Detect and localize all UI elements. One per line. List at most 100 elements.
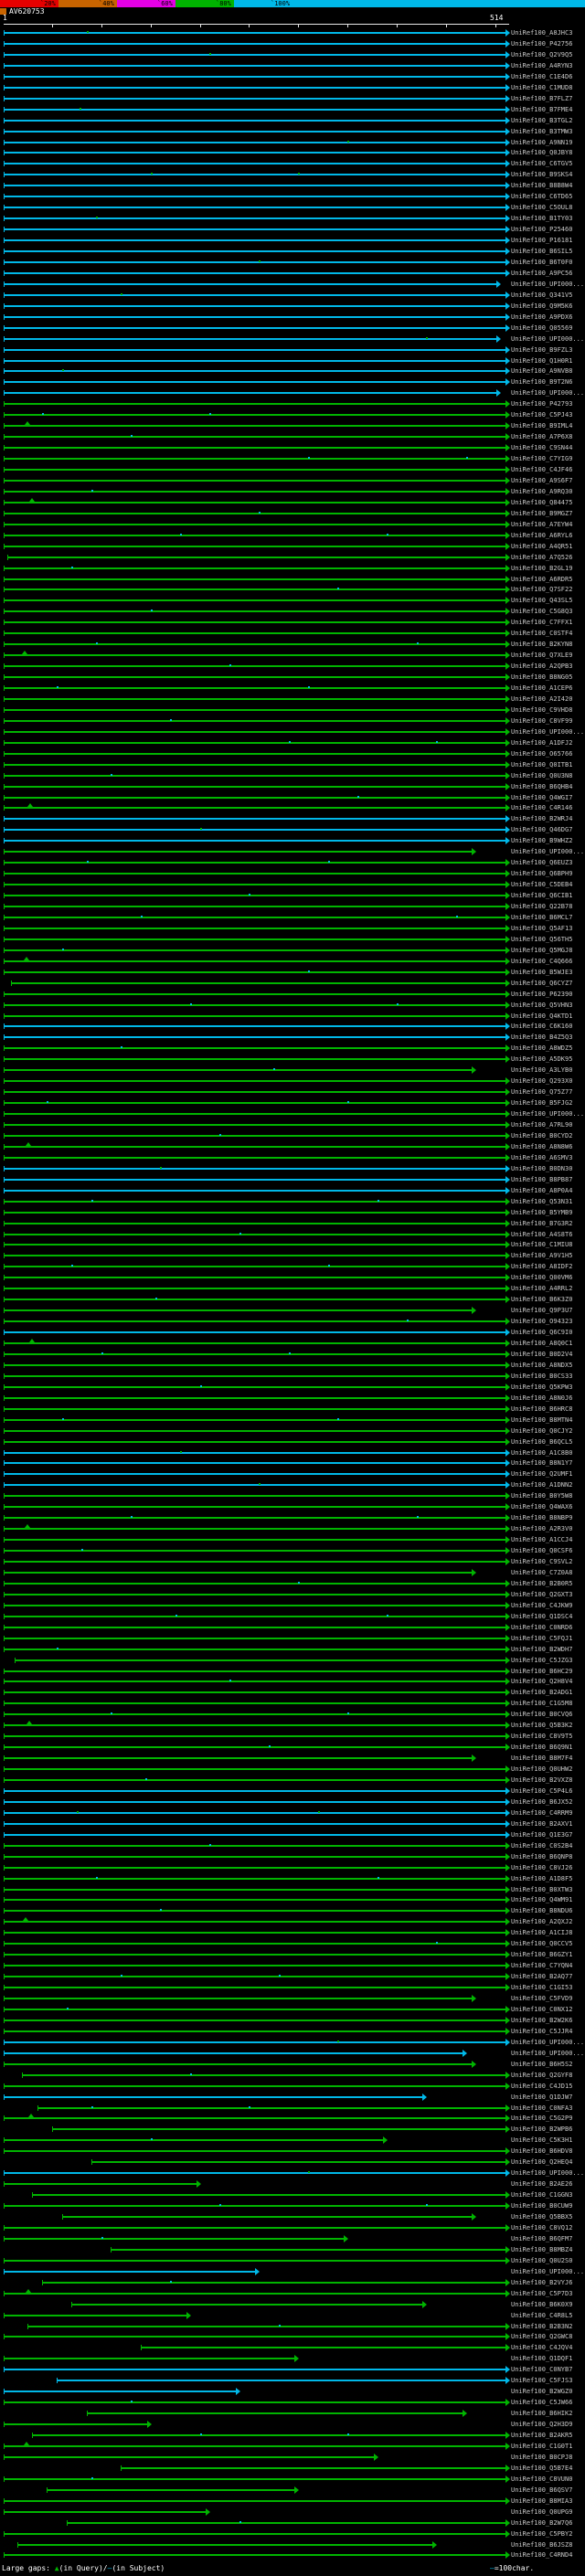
hit-label[interactable]: UniRef100_A1CCJ4 bbox=[511, 1536, 572, 1543]
hit-label[interactable]: UniRef100_A1DNN2 bbox=[511, 1481, 572, 1489]
hit-label[interactable]: UniRef100_B0CYD2 bbox=[511, 1132, 572, 1140]
hit-label[interactable]: UniRef100_B6QHB4 bbox=[511, 783, 572, 790]
alignment-bar[interactable] bbox=[4, 1910, 505, 1913]
alignment-bar[interactable] bbox=[4, 392, 497, 395]
alignment-bar[interactable] bbox=[66, 2521, 505, 2524]
hit-label[interactable]: UniRef100_Q84475 bbox=[511, 499, 572, 506]
alignment-bar[interactable] bbox=[4, 665, 505, 668]
hit-label[interactable]: UniRef100_C5P7D3 bbox=[511, 2290, 572, 2297]
alignment-bar[interactable] bbox=[4, 2270, 256, 2273]
alignment-bar[interactable] bbox=[4, 2150, 505, 2153]
hit-label[interactable]: UniRef100_C5OUL8 bbox=[511, 204, 572, 211]
hit-label[interactable]: UniRef100_C5DEB4 bbox=[511, 881, 572, 888]
hit-label[interactable]: UniRef100_Q0ITB1 bbox=[511, 761, 572, 769]
hit-label[interactable]: UniRef100_C4R8L5 bbox=[511, 2312, 572, 2319]
alignment-bar[interactable] bbox=[4, 1539, 505, 1542]
hit-label[interactable]: UniRef100_A9PC56 bbox=[511, 270, 572, 277]
hit-label[interactable]: UniRef100_B0DN30 bbox=[511, 1165, 572, 1172]
hit-label[interactable]: UniRef100_B3TMW3 bbox=[511, 128, 572, 135]
alignment-bar[interactable] bbox=[4, 1418, 505, 1421]
hit-label[interactable]: UniRef100_C5JZG3 bbox=[511, 1657, 572, 1664]
alignment-bar[interactable] bbox=[4, 2314, 186, 2316]
alignment-bar[interactable] bbox=[4, 2477, 505, 2480]
hit-label[interactable]: UniRef100_Q1DJW7 bbox=[511, 2094, 572, 2101]
hit-label[interactable]: UniRef100_O94323 bbox=[511, 1318, 572, 1325]
alignment-bar[interactable] bbox=[4, 523, 505, 525]
alignment-bar[interactable] bbox=[4, 1266, 505, 1268]
alignment-bar[interactable] bbox=[4, 895, 505, 897]
hit-label[interactable]: UniRef100_Q6EUZ3 bbox=[511, 859, 572, 866]
alignment-bar[interactable] bbox=[4, 1440, 505, 1443]
hit-label[interactable]: UniRef100_B6K0X9 bbox=[511, 2301, 572, 2308]
alignment-bar[interactable] bbox=[4, 2444, 505, 2447]
hit-label[interactable]: UniRef100_A2QPB3 bbox=[511, 663, 572, 670]
alignment-bar[interactable] bbox=[4, 1342, 505, 1344]
hit-label[interactable]: UniRef100_A8NDX5 bbox=[511, 1362, 572, 1369]
hit-label[interactable]: UniRef100_Q5KPW3 bbox=[511, 1383, 572, 1391]
hit-label[interactable]: UniRef100_B2AE26 bbox=[511, 2180, 572, 2188]
hit-label[interactable]: UniRef100_Q7XLE9 bbox=[511, 652, 572, 659]
hit-label[interactable]: UniRef100_A3LYB0 bbox=[511, 1066, 572, 1074]
alignment-bar[interactable] bbox=[4, 1167, 505, 1170]
hit-label[interactable]: UniRef100_P16181 bbox=[511, 237, 572, 244]
alignment-bar[interactable] bbox=[4, 2292, 505, 2295]
alignment-bar[interactable] bbox=[4, 512, 505, 514]
hit-label[interactable]: UniRef100_UPI000... bbox=[511, 2169, 584, 2177]
alignment-bar[interactable] bbox=[22, 2073, 505, 2076]
hit-label[interactable]: UniRef100_Q7SF22 bbox=[511, 586, 572, 593]
alignment-bar[interactable] bbox=[4, 1320, 505, 1323]
alignment-bar[interactable] bbox=[4, 2183, 197, 2186]
hit-label[interactable]: UniRef100_Q2V9Q5 bbox=[511, 51, 572, 58]
alignment-bar[interactable] bbox=[4, 2532, 505, 2535]
alignment-bar[interactable] bbox=[4, 119, 505, 122]
hit-label[interactable]: UniRef100_A8JHC3 bbox=[511, 29, 572, 37]
hit-label[interactable]: UniRef100_A8IDF2 bbox=[511, 1263, 572, 1270]
hit-label[interactable]: UniRef100_C5PJ43 bbox=[511, 411, 572, 419]
alignment-bar[interactable] bbox=[4, 719, 505, 722]
alignment-bar[interactable] bbox=[4, 447, 505, 450]
alignment-bar[interactable] bbox=[4, 2062, 473, 2065]
hit-label[interactable]: UniRef100_B2VXZ8 bbox=[511, 1776, 572, 1784]
alignment-bar[interactable] bbox=[4, 2008, 505, 2010]
alignment-bar[interactable] bbox=[4, 1211, 505, 1214]
hit-label[interactable]: UniRef100_C9VHD8 bbox=[511, 706, 572, 714]
alignment-bar[interactable] bbox=[4, 1680, 505, 1683]
hit-label[interactable]: UniRef100_UPI000... bbox=[511, 2050, 584, 2057]
hit-label[interactable]: UniRef100_B6JSZ8 bbox=[511, 2541, 572, 2549]
hit-label[interactable]: UniRef100_C1GI53 bbox=[511, 1984, 572, 1991]
alignment-bar[interactable] bbox=[4, 599, 505, 602]
alignment-bar[interactable] bbox=[4, 1779, 505, 1781]
hit-label[interactable]: UniRef100_C5PBY2 bbox=[511, 2530, 572, 2538]
hit-label[interactable]: UniRef100_C8VUN0 bbox=[511, 2475, 572, 2483]
alignment-bar[interactable] bbox=[4, 1899, 505, 1902]
hit-label[interactable]: UniRef100_B2WRJ4 bbox=[511, 815, 572, 822]
hit-label[interactable]: UniRef100_A8N8W6 bbox=[511, 1143, 572, 1150]
hit-label[interactable]: UniRef100_C5FQJ1 bbox=[511, 1635, 572, 1642]
alignment-bar[interactable] bbox=[4, 32, 505, 34]
alignment-bar[interactable] bbox=[4, 348, 505, 351]
hit-label[interactable]: UniRef100_UPI000... bbox=[511, 335, 584, 343]
alignment-bar[interactable] bbox=[4, 64, 505, 67]
alignment-bar[interactable] bbox=[4, 796, 505, 799]
alignment-bar[interactable] bbox=[121, 2466, 505, 2469]
alignment-bar[interactable] bbox=[7, 556, 505, 558]
hit-label[interactable]: UniRef100_B6QSV7 bbox=[511, 2486, 572, 2494]
hit-label[interactable]: UniRef100_B2W7Q6 bbox=[511, 2519, 572, 2527]
hit-label[interactable]: UniRef100_C6TGV5 bbox=[511, 160, 572, 167]
hit-label[interactable]: UniRef100_A1DFJ2 bbox=[511, 739, 572, 747]
hit-label[interactable]: UniRef100_Q00VM6 bbox=[511, 1274, 572, 1281]
alignment-bar[interactable] bbox=[4, 53, 505, 56]
alignment-bar[interactable] bbox=[4, 959, 505, 962]
hit-label[interactable]: UniRef100_C7YQN4 bbox=[511, 1962, 572, 1969]
hit-label[interactable]: UniRef100_Q1E3G7 bbox=[511, 1831, 572, 1839]
alignment-bar[interactable] bbox=[4, 1189, 505, 1192]
hit-label[interactable]: UniRef100_C9SVL2 bbox=[511, 1558, 572, 1565]
alignment-bar[interactable] bbox=[4, 949, 505, 951]
hit-label[interactable]: UniRef100_A4RRL2 bbox=[511, 1285, 572, 1292]
hit-label[interactable]: UniRef100_B0CUW9 bbox=[511, 2202, 572, 2210]
alignment-bar[interactable] bbox=[4, 1724, 505, 1727]
alignment-bar[interactable] bbox=[4, 1473, 505, 1476]
hit-label[interactable]: UniRef100_Q5BBX5 bbox=[511, 2213, 572, 2221]
alignment-bar[interactable] bbox=[4, 315, 505, 318]
hit-label[interactable]: UniRef100_Q1DSC4 bbox=[511, 1613, 572, 1620]
